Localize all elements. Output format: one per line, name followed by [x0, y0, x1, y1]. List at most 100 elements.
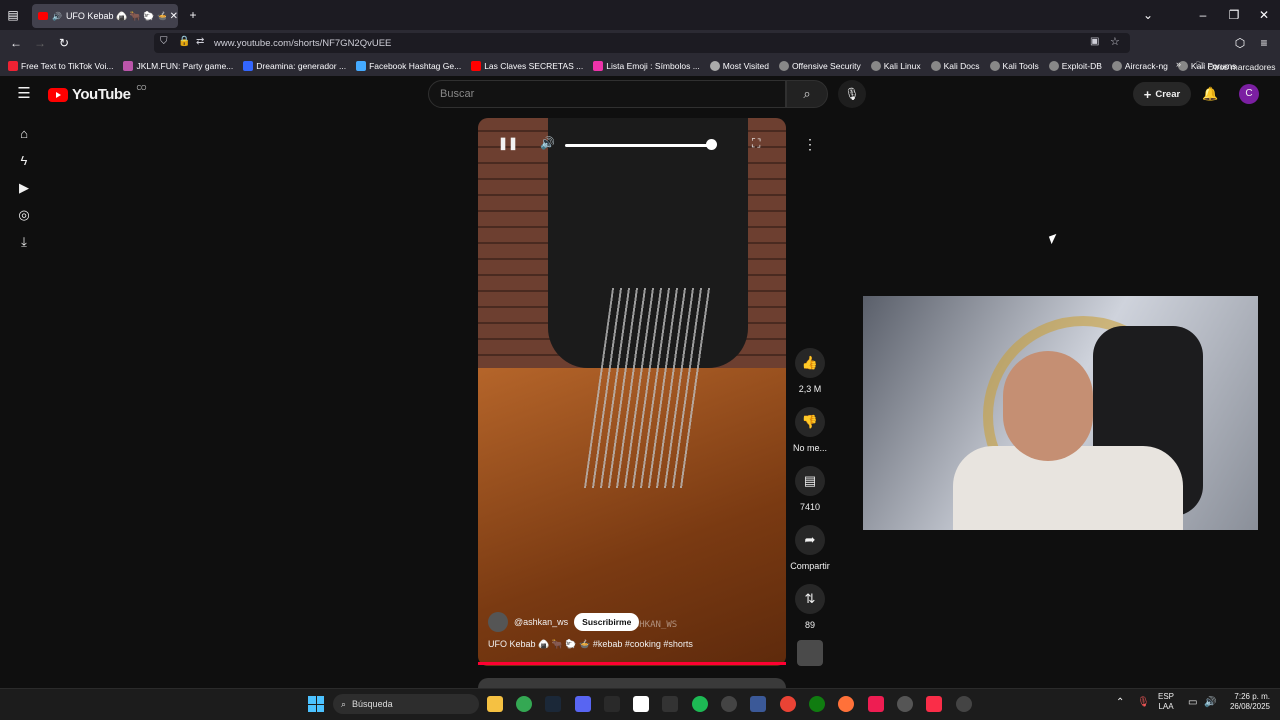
- more-options-icon[interactable]: ⋮: [798, 132, 822, 156]
- fullscreen-icon[interactable]: ⛶: [752, 136, 760, 151]
- volume-slider[interactable]: [565, 144, 711, 147]
- close-tab-icon[interactable]: ✕: [170, 11, 178, 22]
- remix-button[interactable]: ⇅ 89: [788, 584, 832, 630]
- bookmark-item[interactable]: Exploit-DB: [1048, 61, 1102, 71]
- permissions-icon[interactable]: ⇄: [196, 36, 204, 47]
- reload-icon[interactable]: ↻: [56, 35, 72, 51]
- bookmark-item[interactable]: Free Text to TikTok Voi...: [8, 61, 113, 71]
- chevron-down-icon[interactable]: ⌄: [1140, 7, 1156, 23]
- bookmark-item[interactable]: JKLM.FUN: Party game...: [123, 61, 233, 71]
- bookmark-item[interactable]: Lista Emoji : Símbolos ...: [593, 61, 700, 71]
- channel-name[interactable]: @ashkan_ws: [514, 617, 568, 627]
- windows-start-icon[interactable]: [308, 696, 324, 712]
- shield-icon[interactable]: ⛉: [160, 36, 168, 47]
- google-app-icon[interactable]: [780, 696, 796, 712]
- volume-icon[interactable]: 🔊: [540, 136, 555, 150]
- bookmark-item[interactable]: Most Visited: [709, 61, 769, 71]
- file-explorer-icon[interactable]: [487, 696, 503, 712]
- microphone-icon[interactable]: 🎙: [1137, 697, 1150, 708]
- capcut-icon[interactable]: [633, 696, 649, 712]
- tab-list-icon[interactable]: ▤: [5, 7, 21, 23]
- short-video-player[interactable]: @ASHKAN_WS: [478, 118, 786, 666]
- bookmark-item[interactable]: Kali Tools: [989, 61, 1039, 71]
- shorts-icon[interactable]: ϟ: [16, 153, 32, 169]
- like-button[interactable]: 👍 2,3 M: [788, 348, 832, 394]
- picture-in-picture-icon[interactable]: ▣: [1090, 36, 1099, 47]
- subscribe-button[interactable]: Suscribirme: [574, 613, 640, 631]
- remix-icon: ⇅: [795, 584, 825, 614]
- speaker-icon[interactable]: 🔊: [1204, 697, 1216, 708]
- epic-games-icon[interactable]: [662, 696, 678, 712]
- forward-icon[interactable]: →: [32, 35, 48, 51]
- thumbs-up-icon: 👍: [795, 348, 825, 378]
- subscriptions-icon[interactable]: ▶: [16, 180, 32, 196]
- terminal-icon[interactable]: [604, 696, 620, 712]
- downloads-icon[interactable]: ⤓: [16, 234, 32, 250]
- channel-avatar[interactable]: [488, 612, 508, 632]
- settings-gear-icon[interactable]: [956, 696, 972, 712]
- audio-source-thumbnail[interactable]: [797, 640, 823, 666]
- bookmark-item[interactable]: Aircrack-ng: [1111, 61, 1168, 71]
- youtube-logo[interactable]: YouTube CO: [48, 85, 146, 103]
- bookmark-item[interactable]: Las Claves SECRETAS ...: [471, 61, 583, 71]
- comments-button[interactable]: ▤ 7410: [788, 466, 832, 512]
- tiktok-icon[interactable]: [868, 696, 884, 712]
- bookmark-item[interactable]: Facebook Hashtag Ge...: [356, 61, 461, 71]
- voice-search-button[interactable]: 🎙: [838, 80, 866, 108]
- avatar[interactable]: C: [1239, 84, 1259, 104]
- microphone-icon: 🎙: [844, 87, 860, 101]
- close-window-icon[interactable]: ✕: [1256, 7, 1272, 23]
- minimize-icon[interactable]: –: [1195, 7, 1211, 23]
- bookmark-item[interactable]: Kali Linux: [870, 61, 921, 71]
- xbox-icon[interactable]: [809, 696, 825, 712]
- hamburger-menu-icon[interactable]: ☰: [16, 86, 32, 102]
- spotify-icon[interactable]: [692, 696, 708, 712]
- dislike-button[interactable]: 👎 No me...: [788, 407, 832, 453]
- video-progress-bar[interactable]: [478, 662, 786, 665]
- steam-icon[interactable]: [545, 696, 561, 712]
- share-button[interactable]: ➦ Compartir: [788, 525, 832, 571]
- network-icon[interactable]: ▭: [1188, 697, 1197, 708]
- address-bar[interactable]: ⛉ 🔒 ⇄ www.youtube.com/shorts/NF7GN2QvUEE…: [154, 33, 1130, 53]
- chrome-icon[interactable]: [516, 696, 532, 712]
- 4k-downloader-icon[interactable]: [721, 696, 737, 712]
- you-profile-icon[interactable]: ◎: [16, 207, 32, 223]
- search-input[interactable]: Buscar: [428, 80, 786, 108]
- other-bookmarks[interactable]: 🗀 Otros marcadores: [1196, 60, 1276, 74]
- like-count: 2,3 M: [798, 384, 822, 394]
- media-app-icon[interactable]: [750, 696, 766, 712]
- search-icon: ⌕: [341, 698, 347, 709]
- remix-count: 89: [804, 620, 815, 630]
- firefox-icon[interactable]: [838, 696, 854, 712]
- home-icon[interactable]: ⌂: [16, 126, 32, 142]
- more-bookmarks-icon[interactable]: »: [1176, 59, 1181, 69]
- lock-icon[interactable]: 🔒: [178, 36, 190, 47]
- speaker-icon[interactable]: 🔊: [52, 12, 62, 21]
- bookmark-star-icon[interactable]: ☆: [1110, 35, 1120, 48]
- browser-tab[interactable]: 🔊 UFO Kebab 🍙 🐂 🐑 🍲 #k ✕: [32, 4, 178, 28]
- video-caption[interactable]: UFO Kebab 🍙 🐂 🐑 🍲 #kebab #cooking #short…: [488, 639, 693, 650]
- discord-icon[interactable]: [575, 696, 591, 712]
- share-label: Compartir: [790, 561, 830, 571]
- bookmark-item[interactable]: Dreamina: generador ...: [243, 61, 346, 71]
- pause-icon[interactable]: ❚❚: [498, 136, 518, 150]
- volume-slider-handle[interactable]: [705, 139, 717, 150]
- music-icon[interactable]: [926, 696, 942, 712]
- youtube-favicon-icon: [38, 12, 48, 20]
- bookmark-item[interactable]: Offensive Security: [778, 61, 861, 71]
- taskbar-search[interactable]: ⌕ Búsqueda: [333, 694, 479, 714]
- create-button[interactable]: + Crear: [1133, 82, 1191, 106]
- maximize-icon[interactable]: ❐: [1226, 7, 1242, 23]
- obs-icon[interactable]: [897, 696, 913, 712]
- language-indicator[interactable]: ESP LAA: [1158, 692, 1174, 712]
- extensions-icon[interactable]: ⬡: [1232, 35, 1248, 51]
- share-arrow-icon: ➦: [795, 525, 825, 555]
- system-clock[interactable]: 7:26 p. m. 26/08/2025: [1222, 692, 1270, 712]
- bookmark-item[interactable]: Kali Docs: [930, 61, 980, 71]
- new-tab-icon[interactable]: +: [185, 7, 201, 23]
- menu-icon[interactable]: ≡: [1256, 35, 1272, 51]
- search-button[interactable]: ⌕: [786, 80, 828, 108]
- chevron-up-icon[interactable]: ⌃: [1116, 697, 1124, 708]
- notifications-bell-icon[interactable]: 🔔: [1202, 86, 1218, 102]
- back-icon[interactable]: ←: [8, 35, 24, 51]
